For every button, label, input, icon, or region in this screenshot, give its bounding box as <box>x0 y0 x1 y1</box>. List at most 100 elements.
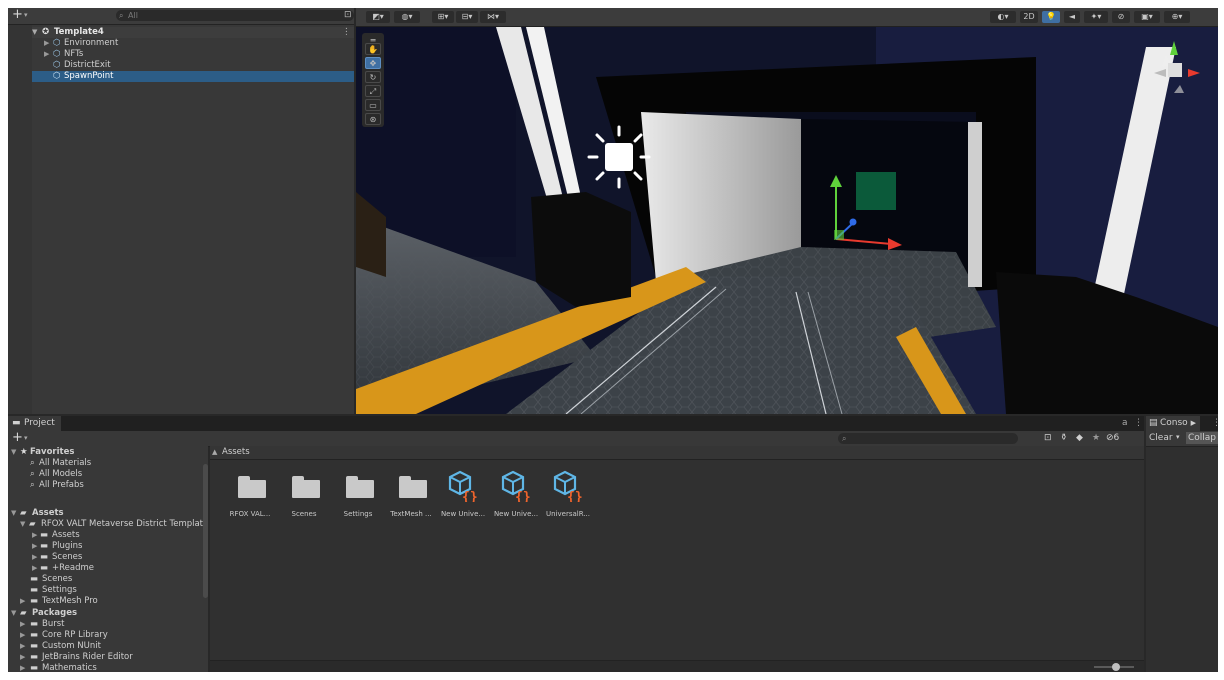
gizmos-dropdown[interactable]: ⊕▾ <box>1164 11 1190 23</box>
expand-arrow-icon[interactable]: ▼ <box>11 447 16 458</box>
chevron-down-icon[interactable]: ▾ <box>24 434 28 442</box>
render-mode-dropdown[interactable]: ◍▾ <box>394 11 420 23</box>
hierarchy-item-spawnpoint[interactable]: ◉ ✋ ⬡ SpawnPoint <box>8 71 354 82</box>
packages-root[interactable]: ▼ ▰ Packages <box>8 608 204 619</box>
panel-menu-icon[interactable]: ⋮ <box>1212 418 1218 428</box>
search-by-label-icon[interactable]: ⚱ <box>1060 433 1068 443</box>
breadcrumb-label[interactable]: Assets <box>222 446 250 459</box>
asset-pipeline[interactable]: {} UniversalR... <box>540 468 596 528</box>
folder-plugins[interactable]: ▶ ▬ Plugins <box>8 541 204 552</box>
expand-arrow-icon[interactable]: ▼ <box>32 27 37 38</box>
expand-arrow-icon[interactable]: ▼ <box>11 608 16 619</box>
transform-tool-button[interactable]: ⊛ <box>365 113 381 125</box>
draw-mode-dropdown[interactable]: ◩▾ <box>366 11 390 23</box>
toggle-audio-button[interactable]: ◄ <box>1064 11 1080 23</box>
star-icon[interactable]: ★ <box>1092 433 1100 443</box>
effects-dropdown[interactable]: ✦▾ <box>1084 11 1108 23</box>
hidden-packages-button[interactable]: ⊘6 <box>1106 433 1119 443</box>
move-tool-button[interactable]: ✥ <box>365 57 381 69</box>
folder-readme[interactable]: ▶ ▬ +Readme <box>8 563 204 574</box>
package-item[interactable]: ▶ ▬ Burst <box>8 619 204 630</box>
expand-arrow-icon[interactable]: ▶ <box>20 641 25 652</box>
expand-arrow-icon[interactable]: ▼ <box>20 519 25 530</box>
tab-project[interactable]: ▬ Project <box>8 416 61 431</box>
console-clear-button[interactable]: Clear <box>1149 433 1173 443</box>
expand-arrow-icon[interactable]: ▶ <box>44 49 49 60</box>
asset-folder[interactable]: Settings <box>330 468 386 528</box>
package-item[interactable]: ▶ ▬ Core RP Library <box>8 630 204 641</box>
hierarchy-search-input[interactable]: ⌕ All <box>116 10 354 21</box>
asset-pipeline[interactable]: {} New Unive... <box>435 468 491 528</box>
scale-tool-button[interactable]: ⤢ <box>365 85 381 97</box>
hierarchy-item-label: NFTs <box>64 49 84 59</box>
chevron-down-icon[interactable]: ▾ <box>24 11 28 19</box>
chevron-down-icon[interactable]: ▾ <box>1176 433 1180 441</box>
favorites-item[interactable]: ⌕ All Models <box>8 469 204 480</box>
expand-arrow-icon[interactable]: ▶ <box>32 541 37 552</box>
favorites-header[interactable]: ▼ ★ Favorites <box>8 447 204 458</box>
toggle-2d-button[interactable]: 2D <box>1020 11 1038 23</box>
scene-view[interactable]: ═ ✋ ✥ ↻ ⤢ ▭ ⊛ <box>356 27 1218 414</box>
favorites-item[interactable]: ⌕ All Prefabs <box>8 480 204 491</box>
folder-scenes[interactable]: ▶ ▬ Scenes <box>8 552 204 563</box>
drag-handle-icon[interactable]: ═ <box>365 35 381 45</box>
hand-tool-button[interactable]: ✋ <box>365 43 381 55</box>
scene-row[interactable]: ▼ ✪ Template4 ⋮ <box>8 27 354 38</box>
asset-folder[interactable]: Scenes <box>276 468 332 528</box>
hidden-objects-button[interactable]: ⊘ <box>1112 11 1130 23</box>
folder-assets[interactable]: ▶ ▬ Assets <box>8 530 204 541</box>
toggle-lighting-button[interactable]: 💡 <box>1042 11 1060 23</box>
scene-menu-icon[interactable]: ⋮ <box>342 27 351 38</box>
console-collapse-button[interactable]: Collap <box>1186 432 1218 444</box>
orientation-gizmo[interactable] <box>1144 33 1204 113</box>
hierarchy-add-button[interactable]: + <box>12 8 23 22</box>
panel-menu-icon[interactable]: ⋮ <box>1134 418 1143 428</box>
rect-tool-button[interactable]: ▭ <box>365 99 381 111</box>
favorites-item[interactable]: ⌕ All Materials <box>8 458 204 469</box>
folder-icon <box>292 476 320 498</box>
expand-arrow-icon[interactable]: ▶ <box>20 663 25 672</box>
package-item[interactable]: ▶ ▬ JetBrains Rider Editor <box>8 652 204 663</box>
hierarchy-item-nfts[interactable]: ▶ ⬡ NFTs <box>8 49 354 60</box>
pivot-dropdown[interactable]: ⊞▾ <box>432 11 454 23</box>
pipeline-asset-icon: {} <box>448 470 478 502</box>
expand-arrow-icon[interactable]: ▶ <box>32 563 37 574</box>
package-item[interactable]: ▶ ▬ Custom NUnit <box>8 641 204 652</box>
zoom-slider-thumb[interactable] <box>1112 663 1120 671</box>
rotate-tool-button[interactable]: ↻ <box>365 71 381 83</box>
chevron-up-icon[interactable]: ▲ <box>212 446 217 459</box>
tag-icon[interactable]: ◆ <box>1076 433 1083 443</box>
tab-console[interactable]: ▤ Conso ▶ <box>1146 416 1200 431</box>
camera-dropdown[interactable]: ▣▾ <box>1134 11 1160 23</box>
folder-tree-scrollbar[interactable] <box>203 464 208 598</box>
search-by-type-icon[interactable]: ⊡ <box>1044 433 1052 443</box>
move-icon: ✥ <box>369 59 377 68</box>
increment-snap-dropdown[interactable]: ⋈▾ <box>480 11 506 23</box>
folder-textmesh[interactable]: ▶ ▬ TextMesh Pro <box>8 596 204 607</box>
lock-icon[interactable]: a <box>1122 418 1128 428</box>
chevron-right-icon[interactable]: ▶ <box>1191 419 1196 427</box>
expand-arrow-icon[interactable]: ▶ <box>44 38 49 49</box>
hierarchy-item-environment[interactable]: ▶ ⬡ Environment <box>8 38 354 49</box>
expand-arrow-icon[interactable]: ▶ <box>20 630 25 641</box>
asset-folder[interactable]: RFOX VAL... <box>222 468 278 528</box>
project-add-button[interactable]: + <box>12 431 23 445</box>
folder-rfox[interactable]: ▼ ▰ RFOX VALT Metaverse District Templat <box>8 519 204 530</box>
expand-arrow-icon[interactable]: ▼ <box>11 508 16 519</box>
package-item[interactable]: ▶ ▬ Mathematics <box>8 663 204 672</box>
assets-root[interactable]: ▼ ▰ Assets <box>8 508 204 519</box>
asset-folder[interactable]: TextMesh ... <box>383 468 439 528</box>
folder-scenes-root[interactable]: ▬ Scenes <box>8 574 204 585</box>
expand-arrow-icon[interactable]: ▶ <box>32 530 37 541</box>
expand-arrow-icon[interactable]: ▶ <box>20 619 25 630</box>
orientation-dropdown[interactable]: ◐▾ <box>990 11 1016 23</box>
project-search-input[interactable]: ⌕ <box>838 433 1018 444</box>
grid-snap-dropdown[interactable]: ⊟▾ <box>456 11 478 23</box>
expand-arrow-icon[interactable]: ▶ <box>20 652 25 663</box>
asset-pipeline[interactable]: {} New Unive... <box>488 468 544 528</box>
expand-arrow-icon[interactable]: ▶ <box>32 552 37 563</box>
expand-arrow-icon[interactable]: ▶ <box>20 596 25 607</box>
folder-settings[interactable]: ▬ Settings <box>8 585 204 596</box>
lock-icon[interactable]: ⊡ <box>344 10 352 20</box>
hierarchy-item-districtexit[interactable]: ⬡ DistrictExit <box>8 60 354 71</box>
